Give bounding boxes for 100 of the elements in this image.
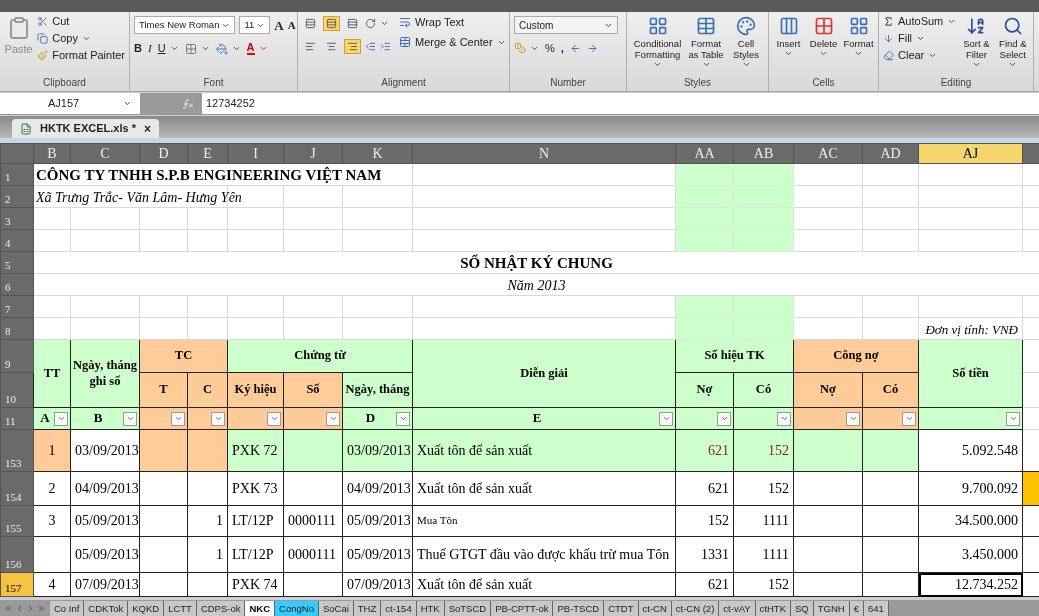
row-header[interactable]: 10 <box>0 372 34 408</box>
format-painter-button[interactable]: Format Painter <box>37 50 125 61</box>
sheet-tab[interactable]: TGNH <box>813 600 850 616</box>
column-header[interactable]: AC <box>793 143 863 164</box>
filter-button[interactable] <box>902 411 916 426</box>
wrap-text-button[interactable]: Wrap Text <box>399 16 506 28</box>
row-header[interactable]: 8 <box>0 317 34 340</box>
sheet-tab[interactable]: ctHTK <box>755 600 791 616</box>
column-header[interactable]: C <box>70 143 140 164</box>
sheet-tab[interactable]: ct-vAY <box>719 600 756 616</box>
bold-button[interactable]: B <box>134 43 142 54</box>
cells-button[interactable]: Delete <box>808 16 839 58</box>
sheet-tab[interactable]: 641 <box>863 600 889 616</box>
column-header[interactable]: J <box>283 143 343 164</box>
sheet-nav-icon[interactable] <box>37 603 46 613</box>
sheet-tab[interactable]: HTK <box>416 600 445 616</box>
filter-button[interactable] <box>1006 411 1020 426</box>
autosum-button[interactable]: AutoSum <box>883 16 957 27</box>
filter-button[interactable] <box>171 411 185 426</box>
italic-button[interactable]: I <box>147 43 152 54</box>
row-header[interactable]: 154 <box>0 471 34 506</box>
function-icon[interactable] <box>182 97 194 110</box>
fill-button[interactable]: Fill <box>883 33 957 44</box>
sheet-tab[interactable]: SQ <box>791 600 814 616</box>
row-header[interactable]: 11 <box>0 407 34 430</box>
cells-button[interactable]: Format <box>843 16 874 58</box>
filter-button[interactable] <box>659 411 673 426</box>
clear-button[interactable]: Clear <box>883 50 957 61</box>
borders-button[interactable] <box>184 42 210 55</box>
copy-button[interactable]: Copy <box>37 33 125 44</box>
sheet-tab[interactable]: THZ <box>353 600 382 616</box>
row-header[interactable]: 9 <box>0 339 34 373</box>
row-header[interactable]: 155 <box>0 505 34 537</box>
row-header[interactable]: 6 <box>0 273 34 296</box>
horizontal-align-button[interactable] <box>344 39 361 54</box>
styles-button[interactable]: Cell Styles <box>728 16 764 69</box>
column-header[interactable]: B <box>33 143 71 164</box>
sheet-tab[interactable]: ct-CN <box>638 600 672 616</box>
formula-field[interactable]: 12734252 <box>202 93 1039 114</box>
sheet-tab[interactable]: ct-154 <box>381 600 417 616</box>
filter-button[interactable] <box>123 411 137 426</box>
sheet-tab[interactable]: CTDT <box>604 600 639 616</box>
column-header[interactable]: AD <box>862 143 919 164</box>
merge-center-button[interactable]: Merge & Center <box>399 36 506 48</box>
row-header[interactable]: 157 <box>0 572 34 597</box>
column-header[interactable]: AA <box>675 143 734 164</box>
document-tab[interactable]: HKTK EXCEL.xls * × <box>12 119 159 138</box>
underline-button[interactable]: U <box>157 43 179 54</box>
number-format-dropdown[interactable]: Custom <box>514 16 618 34</box>
styles-button[interactable]: Format as Table <box>688 16 724 69</box>
grow-font-button[interactable]: A <box>274 18 284 32</box>
name-box[interactable]: AJ157 <box>0 93 140 114</box>
editing-button[interactable]: Find & Select <box>996 16 1029 69</box>
sheet-tab[interactable]: KQKD <box>128 600 165 616</box>
filter-button[interactable] <box>777 411 791 426</box>
column-header[interactable]: AB <box>733 143 794 164</box>
row-header[interactable]: 3 <box>0 207 34 230</box>
sheet-tab[interactable]: CDPS-ok <box>196 600 246 616</box>
percent-button[interactable]: % <box>545 42 555 54</box>
sheet-tab[interactable]: SoCai <box>318 600 354 616</box>
editing-button[interactable]: Sort & Filter <box>960 16 993 69</box>
font-size-dropdown[interactable]: 11 <box>239 16 271 34</box>
cells-button[interactable]: Insert <box>773 16 804 58</box>
sheet-tab[interactable]: SoTSCD <box>444 600 492 616</box>
filter-button[interactable] <box>846 411 860 426</box>
row-header[interactable]: 5 <box>0 251 34 274</box>
orientation-button[interactable] <box>365 16 389 31</box>
row-header[interactable]: 2 <box>0 185 34 208</box>
sheet-tab[interactable]: Co Inf <box>50 600 85 616</box>
sheet-tab[interactable]: NKC <box>245 600 276 616</box>
column-header[interactable]: E <box>187 143 228 164</box>
sheet-tab[interactable]: CDKTok <box>84 600 129 616</box>
filter-button[interactable] <box>326 411 340 426</box>
close-button[interactable]: × <box>143 119 151 138</box>
sheet-nav-icon[interactable] <box>4 603 13 613</box>
cut-button[interactable]: Cut <box>37 16 125 27</box>
filter-button[interactable] <box>717 411 731 426</box>
font-color-button[interactable]: A <box>246 42 268 55</box>
row-header[interactable]: 153 <box>0 429 34 472</box>
sheet-tab[interactable]: PB-TSCD <box>553 600 605 616</box>
font-name-dropdown[interactable]: Times New Roman <box>134 16 236 34</box>
row-header[interactable]: 7 <box>0 295 34 318</box>
filter-button[interactable] <box>396 411 410 426</box>
sheet-tab[interactable]: PB-CPTT-ok <box>491 600 554 616</box>
column-header[interactable]: I <box>227 143 284 164</box>
sheet-tab[interactable]: ct-CN (2) <box>671 600 720 616</box>
filter-button[interactable] <box>211 411 225 426</box>
row-header[interactable]: 156 <box>0 536 34 573</box>
row-header[interactable]: 4 <box>0 229 34 252</box>
column-header[interactable]: K <box>342 143 413 164</box>
shrink-font-button[interactable]: A <box>287 19 296 31</box>
filter-button[interactable] <box>267 411 281 426</box>
sheet-tab[interactable]: CongNo <box>275 600 319 616</box>
column-header[interactable]: N <box>412 143 676 164</box>
column-header[interactable]: D <box>139 143 188 164</box>
column-header[interactable]: AJ <box>918 143 1023 164</box>
row-header[interactable]: 1 <box>0 163 34 186</box>
filter-button[interactable] <box>54 411 68 426</box>
vertical-align-button[interactable] <box>323 16 340 31</box>
fill-color-button[interactable] <box>215 42 241 55</box>
